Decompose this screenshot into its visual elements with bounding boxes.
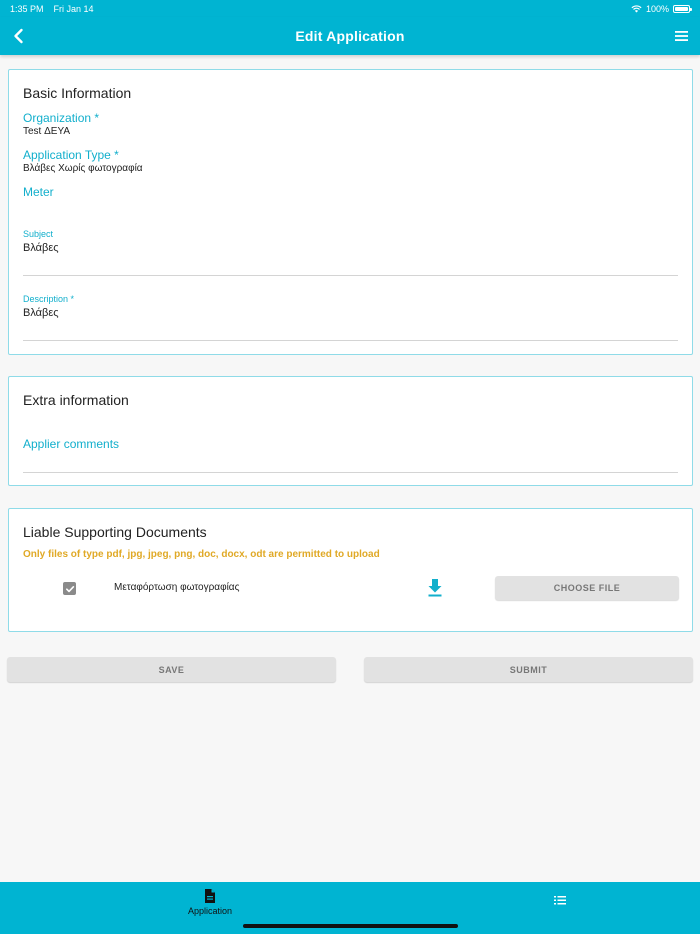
applier-comments-label: Applier comments xyxy=(23,437,120,451)
basic-information-title: Basic Information xyxy=(23,85,132,101)
choose-file-button[interactable]: CHOOSE FILE xyxy=(495,576,679,600)
description-underline xyxy=(23,340,678,341)
document-label: Μεταφόρτωση φωτογραφίας xyxy=(114,582,240,593)
document-icon xyxy=(205,889,215,903)
home-indicator xyxy=(243,924,458,928)
nav-bar: Edit Application xyxy=(0,17,700,55)
supporting-documents-title: Liable Supporting Documents xyxy=(23,524,207,540)
battery-percent: 100% xyxy=(645,3,669,14)
status-right: 100% xyxy=(631,3,692,14)
status-bar: 1:35 PM Fri Jan 14 100% xyxy=(0,0,700,17)
battery-icon xyxy=(673,4,692,13)
description-label: Description * xyxy=(23,294,75,304)
list-icon xyxy=(554,896,566,905)
status-date: Fri Jan 14 xyxy=(53,3,94,14)
organization-label: Organization * xyxy=(23,111,100,125)
organization-value[interactable]: Test ΔΕΥΑ xyxy=(23,126,70,137)
save-button[interactable]: SAVE xyxy=(7,657,336,682)
description-input[interactable]: Βλάβες xyxy=(23,307,59,319)
tab-list[interactable] xyxy=(530,882,590,934)
basic-information-card: Basic Information Organization * Test ΔΕ… xyxy=(8,69,693,355)
application-type-value[interactable]: Βλάβες Χωρίς φωτογραφία xyxy=(23,163,143,174)
supporting-documents-card: Liable Supporting Documents Only files o… xyxy=(8,508,693,632)
wifi-icon xyxy=(631,4,642,13)
meter-label[interactable]: Meter xyxy=(23,185,54,199)
extra-information-card: Extra information Applier comments xyxy=(8,376,693,486)
status-time: 1:35 PM xyxy=(10,3,44,14)
checkmark-icon xyxy=(65,585,74,592)
applier-comments-underline xyxy=(23,472,678,473)
download-icon[interactable] xyxy=(426,578,444,598)
application-type-label: Application Type * xyxy=(23,148,119,162)
tab-application-label: Application xyxy=(187,906,233,916)
page-title: Edit Application xyxy=(295,28,405,44)
submit-button[interactable]: SUBMIT xyxy=(364,657,693,682)
chevron-left-icon[interactable] xyxy=(9,26,29,46)
extra-information-title: Extra information xyxy=(23,392,129,408)
file-types-note: Only files of type pdf, jpg, jpeg, png, … xyxy=(23,549,380,560)
hamburger-menu-icon[interactable] xyxy=(673,27,691,45)
document-checkbox[interactable] xyxy=(63,582,76,595)
subject-input[interactable]: Βλάβες xyxy=(23,242,59,254)
applier-comments-input[interactable] xyxy=(23,452,663,466)
subject-label: Subject xyxy=(23,229,54,239)
subject-underline xyxy=(23,275,678,276)
